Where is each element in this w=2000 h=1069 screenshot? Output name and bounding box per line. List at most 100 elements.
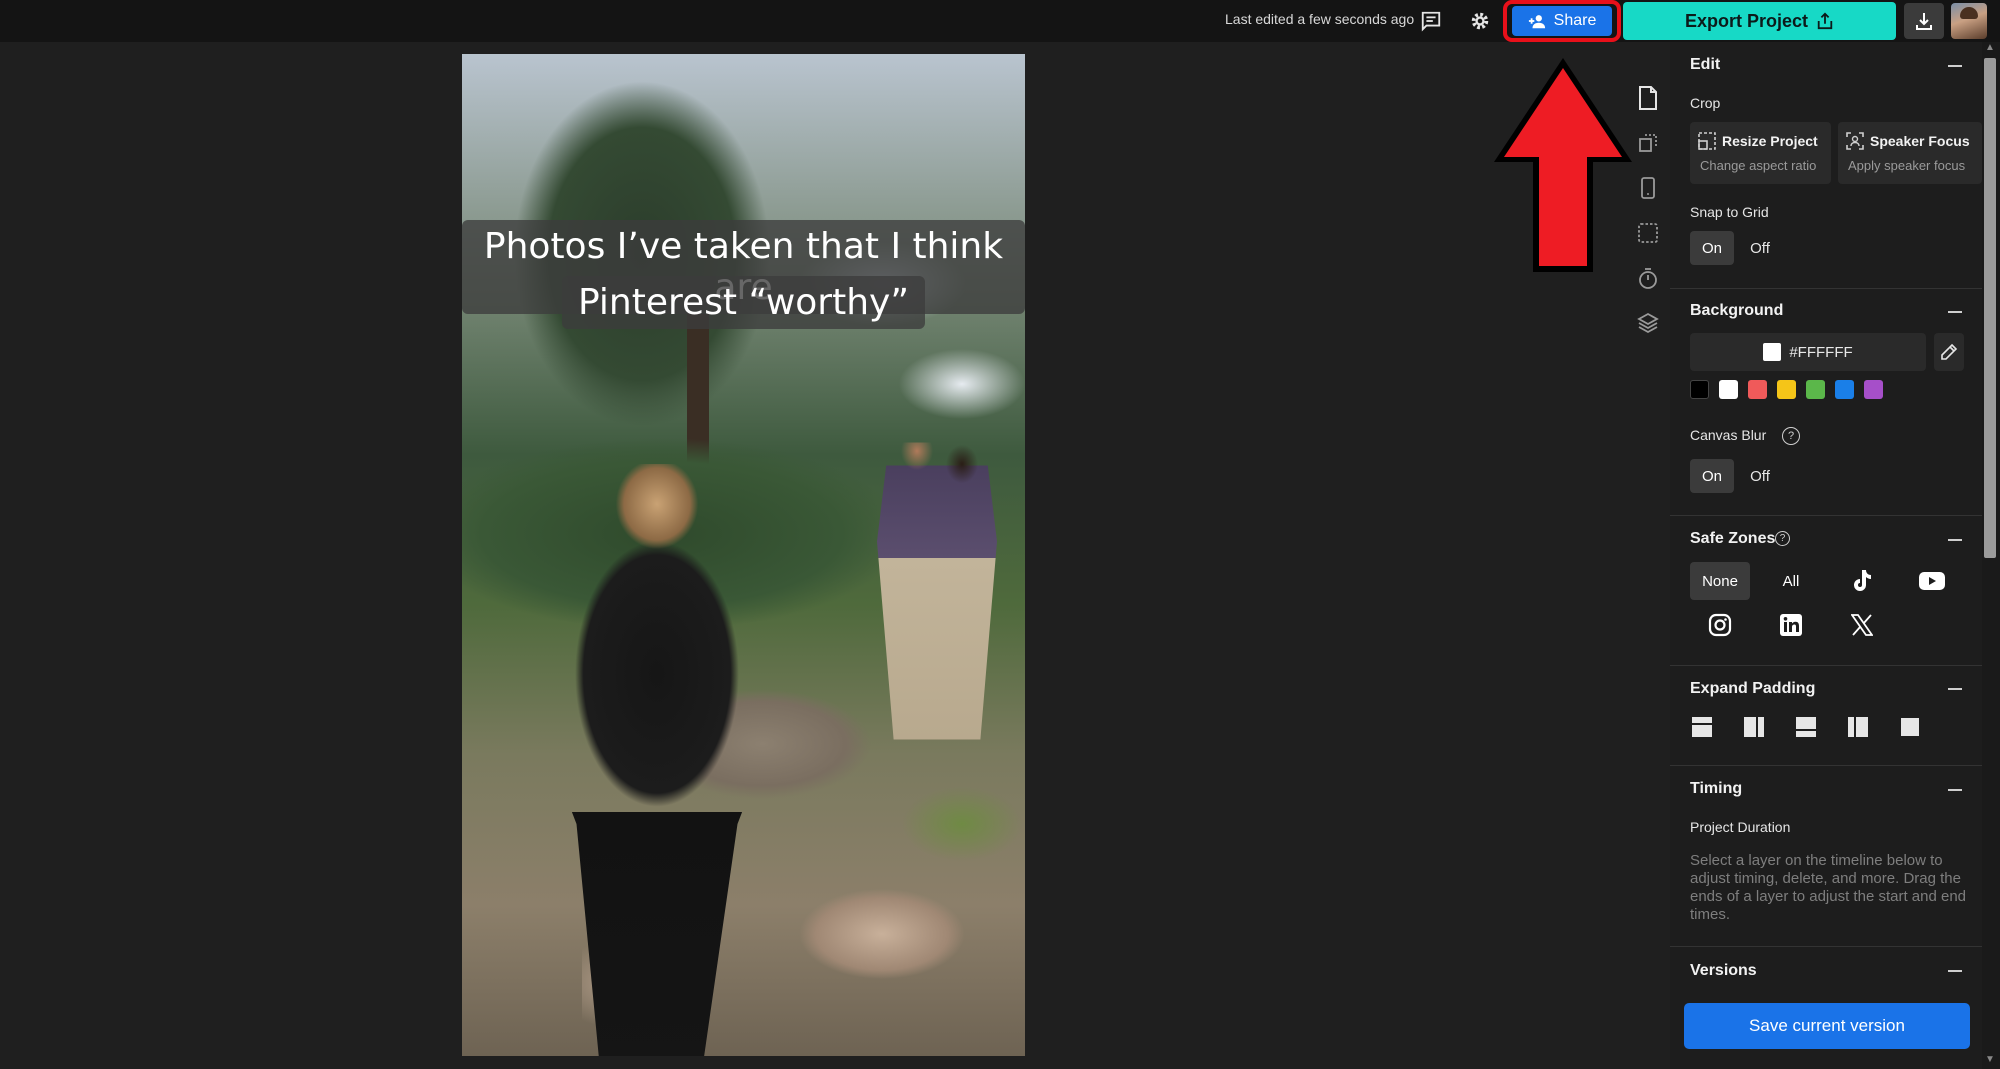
linkedin-icon xyxy=(1780,614,1802,636)
versions-collapse-icon[interactable] xyxy=(1948,970,1962,972)
save-current-version-button[interactable]: Save current version xyxy=(1684,1003,1970,1049)
export-label: Export Project xyxy=(1684,10,1809,31)
speaker-focus-button[interactable]: Speaker Focus Apply speaker focus xyxy=(1838,122,1982,184)
swatch-black[interactable] xyxy=(1690,380,1709,399)
resize-project-title: Resize Project xyxy=(1722,133,1818,149)
canvas-blur-help-icon[interactable]: ? xyxy=(1782,427,1800,445)
pad-bottom-icon xyxy=(1796,717,1816,737)
document-tab[interactable] xyxy=(1634,84,1662,112)
x-icon xyxy=(1851,614,1873,636)
pad-all-icon xyxy=(1901,718,1919,736)
safe-zone-x[interactable] xyxy=(1832,606,1892,644)
safe-zone-all[interactable]: All xyxy=(1761,562,1821,600)
canvas-blur-label: Canvas Blur xyxy=(1690,427,1767,443)
download-icon xyxy=(1916,13,1932,30)
caption-line-2[interactable]: Pinterest “worthy” xyxy=(462,276,1025,329)
snap-on-toggle[interactable]: On xyxy=(1690,231,1734,265)
swatch-purple[interactable] xyxy=(1864,380,1883,399)
safe-zone-tiktok[interactable] xyxy=(1832,562,1892,600)
video-canvas[interactable]: Photos I’ve taken that I think are Pinte… xyxy=(462,54,1025,1056)
resize-tab[interactable] xyxy=(1634,129,1662,157)
swatch-yellow[interactable] xyxy=(1777,380,1796,399)
resize-project-icon xyxy=(1698,132,1716,150)
project-duration-label: Project Duration xyxy=(1690,819,1791,835)
edit-collapse-icon[interactable] xyxy=(1948,65,1962,67)
share-label: Share xyxy=(1553,12,1597,29)
current-color-swatch xyxy=(1763,343,1782,361)
swatch-blue[interactable] xyxy=(1835,380,1854,399)
swatch-green[interactable] xyxy=(1806,380,1825,399)
instagram-icon xyxy=(1708,613,1732,637)
swatch-red[interactable] xyxy=(1748,380,1767,399)
red-annotation-arrow xyxy=(1494,58,1632,272)
timing-description: Select a layer on the timeline below to … xyxy=(1690,852,1967,923)
last-edited-status: Last edited a few seconds ago xyxy=(1225,11,1415,27)
section-divider xyxy=(1670,765,1982,766)
section-divider xyxy=(1670,288,1982,289)
layers-icon xyxy=(1637,312,1659,334)
section-divider xyxy=(1670,515,1982,516)
blur-off-toggle[interactable]: Off xyxy=(1740,459,1780,493)
edit-section-title: Edit xyxy=(1690,56,1721,73)
background-color-field[interactable]: #FFFFFF xyxy=(1690,333,1926,371)
timing-tab[interactable] xyxy=(1634,264,1662,292)
eyedropper-button[interactable] xyxy=(1934,333,1964,371)
share-button[interactable]: Share xyxy=(1512,6,1612,36)
scrollbar-thumb[interactable] xyxy=(1984,58,1996,558)
mobile-preview-tab[interactable] xyxy=(1634,174,1662,202)
tiktok-icon xyxy=(1854,570,1871,591)
comments-button[interactable] xyxy=(1415,6,1447,36)
safe-zone-none[interactable]: None xyxy=(1690,562,1750,600)
pad-all-button[interactable] xyxy=(1899,716,1921,738)
safe-zone-youtube[interactable] xyxy=(1902,562,1962,600)
user-avatar[interactable] xyxy=(1951,3,1987,39)
snap-to-grid-label: Snap to Grid xyxy=(1690,204,1769,220)
safe-zones-help-icon[interactable]: ? xyxy=(1775,531,1790,546)
snap-off-toggle[interactable]: Off xyxy=(1740,231,1780,265)
blur-on-toggle[interactable]: On xyxy=(1690,459,1734,493)
resize-project-subtitle: Change aspect ratio xyxy=(1700,158,1817,173)
versions-section-title: Versions xyxy=(1690,962,1757,979)
safe-zone-instagram[interactable] xyxy=(1690,606,1750,644)
section-divider xyxy=(1670,665,1982,666)
pad-right-button[interactable] xyxy=(1743,716,1765,738)
expand-padding-collapse-icon[interactable] xyxy=(1948,688,1962,690)
document-icon xyxy=(1639,86,1657,110)
scroll-down-arrow[interactable]: ▼ xyxy=(1985,1054,1995,1065)
grid-icon xyxy=(1638,223,1658,243)
section-divider xyxy=(1670,946,1982,947)
pad-top-icon xyxy=(1692,717,1712,737)
expand-padding-section-title: Expand Padding xyxy=(1690,680,1816,697)
grid-tab[interactable] xyxy=(1634,219,1662,247)
layers-tab[interactable] xyxy=(1634,309,1662,337)
speaker-focus-title: Speaker Focus xyxy=(1870,133,1970,149)
gear-icon xyxy=(1471,12,1489,30)
youtube-icon xyxy=(1919,572,1945,590)
caption-line-2-text: Pinterest “worthy” xyxy=(562,276,925,329)
pad-top-button[interactable] xyxy=(1691,716,1713,738)
background-hex-value: #FFFFFF xyxy=(1789,343,1853,361)
add-person-icon xyxy=(1528,15,1545,29)
timer-icon xyxy=(1639,268,1657,289)
settings-button[interactable] xyxy=(1464,6,1496,36)
crop-label: Crop xyxy=(1690,95,1721,111)
resize-project-button[interactable]: Resize Project Change aspect ratio xyxy=(1690,122,1831,184)
resize-icon xyxy=(1639,134,1657,152)
export-project-button[interactable]: Export Project xyxy=(1623,2,1896,40)
pad-right-icon xyxy=(1744,717,1764,737)
pad-bottom-button[interactable] xyxy=(1795,716,1817,738)
photo-couple xyxy=(877,442,997,756)
swatch-white[interactable] xyxy=(1719,380,1738,399)
upload-icon xyxy=(1817,12,1833,30)
safe-zone-linkedin[interactable] xyxy=(1761,606,1821,644)
background-section-title: Background xyxy=(1690,302,1784,319)
pad-left-button[interactable] xyxy=(1847,716,1869,738)
background-collapse-icon[interactable] xyxy=(1948,311,1962,313)
phone-icon xyxy=(1641,177,1655,199)
safe-zones-section-title: Safe Zones xyxy=(1690,530,1776,547)
safe-zones-collapse-icon[interactable] xyxy=(1948,539,1962,541)
comment-icon xyxy=(1421,11,1441,32)
scroll-up-arrow[interactable]: ▲ xyxy=(1985,42,1995,53)
timing-collapse-icon[interactable] xyxy=(1948,789,1962,791)
download-button[interactable] xyxy=(1904,3,1944,39)
